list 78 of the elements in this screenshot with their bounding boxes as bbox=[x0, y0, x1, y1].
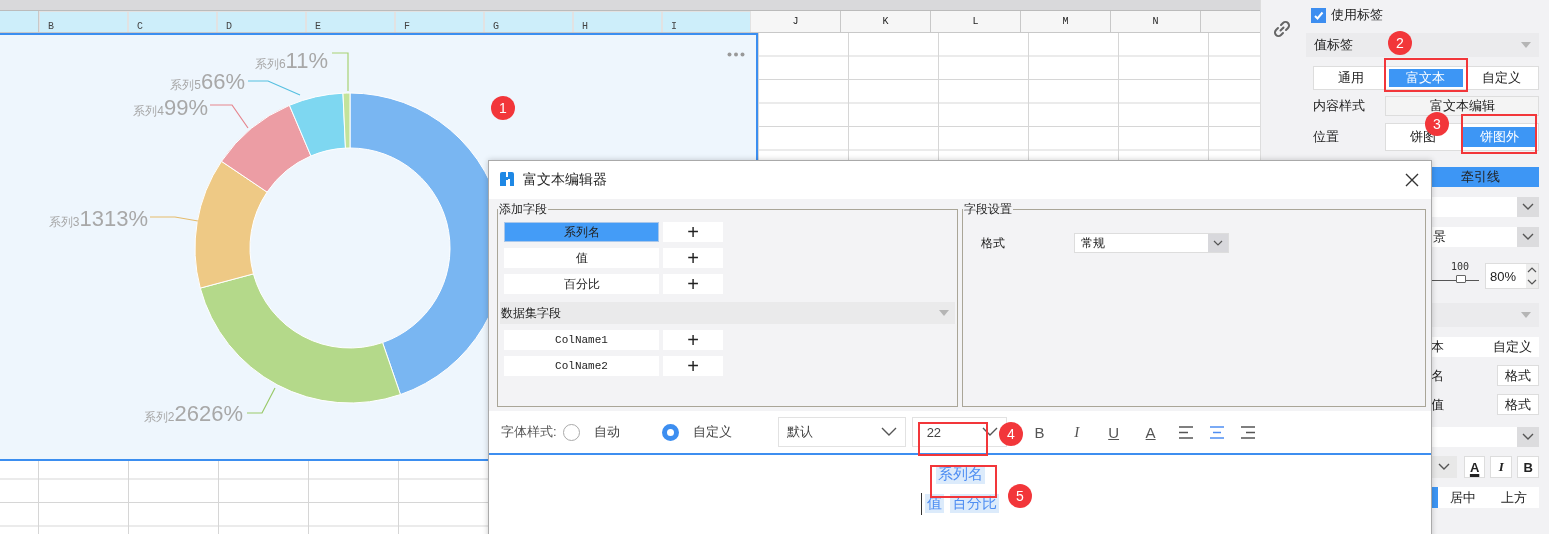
data-label: 系列499% bbox=[133, 95, 208, 120]
chevron-icon bbox=[1517, 227, 1539, 247]
field-item[interactable]: ColName1 bbox=[504, 330, 659, 350]
field-item[interactable]: 百分比 bbox=[504, 274, 659, 294]
data-label: 系列611% bbox=[254, 48, 328, 73]
field-item[interactable]: 系列名 bbox=[504, 222, 659, 242]
section-header[interactable]: 数据集字段 bbox=[500, 302, 955, 324]
highlight-frame bbox=[918, 422, 988, 456]
leader-line bbox=[247, 80, 301, 96]
chevron-icon bbox=[880, 427, 897, 437]
data-label: 系列566% bbox=[170, 69, 245, 94]
chevron-icon bbox=[1437, 463, 1450, 471]
chevron-icon bbox=[1517, 197, 1539, 217]
add-button[interactable]: + bbox=[663, 222, 723, 242]
leader-line bbox=[209, 104, 249, 129]
field-item[interactable]: ColName2 bbox=[504, 356, 659, 376]
dropdown[interactable] bbox=[1431, 456, 1457, 478]
text-style-button[interactable]: U bbox=[1102, 423, 1125, 441]
column-header[interactable]: E bbox=[306, 11, 395, 32]
leader-line-button[interactable]: 牵引线 bbox=[1431, 167, 1539, 187]
font-style-label: 字体样式: bbox=[501, 423, 557, 441]
dialog-title: 富文本编辑器 bbox=[523, 171, 607, 189]
chevron-icon bbox=[1208, 234, 1228, 252]
text-style-button[interactable]: B bbox=[1028, 423, 1051, 441]
radio-button[interactable] bbox=[661, 423, 679, 441]
column-header[interactable]: I bbox=[662, 11, 751, 32]
column-header[interactable]: B bbox=[39, 11, 128, 32]
field-label: 格式 bbox=[981, 234, 1006, 252]
leader-line bbox=[331, 52, 349, 92]
field-label: 名 bbox=[1431, 366, 1444, 385]
field-label: 内容样式 bbox=[1313, 96, 1366, 115]
chevron-icon bbox=[981, 427, 998, 437]
slider-tick-label: 100 bbox=[1451, 261, 1470, 272]
spinner-arrows-icon[interactable] bbox=[1526, 264, 1538, 288]
font-dropdown[interactable]: 默认 bbox=[777, 417, 906, 447]
dropdown[interactable] bbox=[1431, 197, 1539, 217]
add-button[interactable]: + bbox=[663, 330, 723, 350]
format-button[interactable]: 格式 bbox=[1497, 394, 1539, 415]
data-label: 系列31313% bbox=[48, 206, 148, 231]
field-item[interactable]: 值 bbox=[504, 248, 659, 268]
group-title: 字段设置 bbox=[963, 201, 1013, 218]
align-left-icon[interactable] bbox=[1178, 425, 1193, 439]
radio-label: 自动 bbox=[593, 423, 620, 441]
checkbox-label: 使用标签 bbox=[1331, 6, 1383, 24]
dropdown[interactable] bbox=[1431, 427, 1539, 447]
add-button[interactable]: + bbox=[663, 356, 723, 376]
font-style-button[interactable]: A bbox=[1463, 456, 1486, 478]
leader-line bbox=[246, 387, 276, 414]
slider-thumb[interactable] bbox=[1455, 275, 1466, 283]
group-title: 添加字段 bbox=[498, 201, 548, 218]
font-style-button[interactable]: I bbox=[1490, 456, 1513, 478]
column-header[interactable]: H bbox=[573, 11, 662, 32]
column-header[interactable]: D bbox=[217, 11, 306, 32]
add-button[interactable]: + bbox=[663, 274, 723, 294]
column-header[interactable]: F bbox=[395, 11, 484, 32]
checkbox[interactable] bbox=[1311, 7, 1326, 23]
align-right-icon[interactable] bbox=[1240, 425, 1255, 439]
font-style-button[interactable]: B bbox=[1517, 456, 1539, 478]
rich-text-edit-button[interactable]: 富文本编辑 bbox=[1385, 95, 1539, 116]
field-label: 值 bbox=[1431, 395, 1444, 414]
field-label: 位置 bbox=[1313, 128, 1340, 146]
format-button[interactable]: 格式 bbox=[1497, 365, 1539, 386]
column-header[interactable]: C bbox=[128, 11, 217, 32]
leader-line bbox=[149, 216, 199, 222]
align-center-icon[interactable] bbox=[1209, 425, 1224, 439]
data-label: 系列22626% bbox=[143, 401, 243, 426]
chevron-icon bbox=[1517, 427, 1539, 447]
more-icon[interactable] bbox=[727, 52, 745, 57]
link-icon[interactable] bbox=[1273, 20, 1291, 38]
text-style-button[interactable]: A bbox=[1139, 423, 1162, 441]
format-dropdown[interactable]: 常规 bbox=[1074, 233, 1229, 253]
radio-label: 自定义 bbox=[692, 423, 732, 441]
opacity-spinner[interactable]: 80% bbox=[1485, 263, 1539, 289]
add-button[interactable]: + bbox=[663, 248, 723, 268]
close-button[interactable] bbox=[1405, 173, 1419, 187]
dropdown[interactable]: 景 bbox=[1431, 227, 1539, 247]
column-header[interactable]: G bbox=[484, 11, 573, 32]
text-style-button[interactable]: I bbox=[1065, 423, 1088, 441]
